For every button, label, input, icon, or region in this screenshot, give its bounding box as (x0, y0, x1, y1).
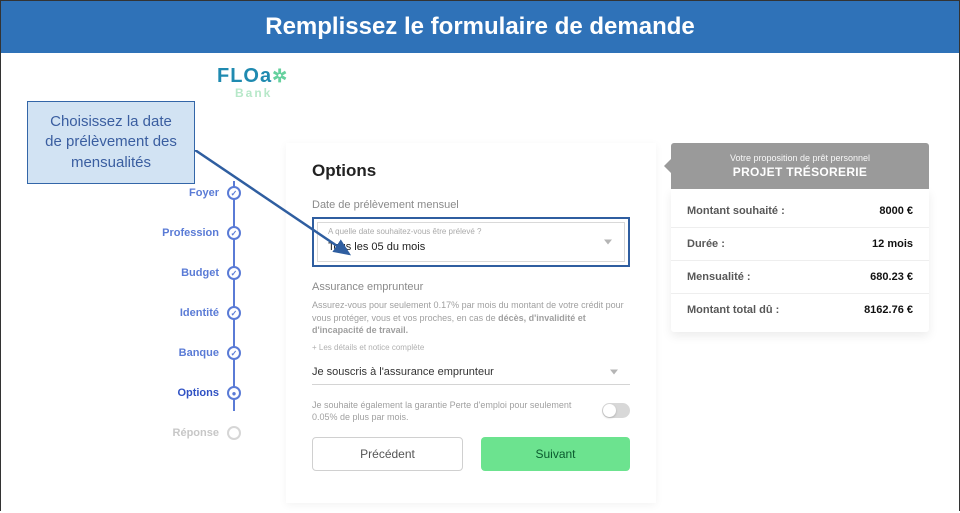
insurance-section-label: Assurance emprunteur (312, 281, 630, 293)
summary-key: Durée : (687, 238, 725, 250)
step-navigation: Foyer ✓ Profession ✓ Budget ✓ Identité ✓… (151, 173, 241, 453)
date-select-highlight: A quelle date souhaitez-vous être prélev… (312, 217, 630, 267)
step-check-icon: ✓ (227, 346, 241, 360)
step-label: Foyer (189, 187, 219, 199)
insurance-select[interactable]: Je souscris à l'assurance emprunteur (312, 360, 630, 385)
chevron-down-icon (610, 369, 618, 374)
summary-row-duration: Durée : 12 mois (671, 227, 929, 260)
jobloss-toggle-row: Je souhaite également la garantie Perte … (312, 399, 630, 423)
brand-logo: FLOa✲ Bank (217, 65, 288, 100)
step-label: Budget (181, 267, 219, 279)
step-reponse: Réponse (151, 413, 241, 453)
instruction-callout: Choisissez la date de prélèvement des me… (27, 101, 195, 184)
step-label: Réponse (173, 427, 219, 439)
summary-value: 680.23 € (870, 271, 913, 283)
logo-subtext: Bank (235, 86, 288, 100)
logo-text: FLOa (217, 65, 272, 87)
step-pending-icon (227, 426, 241, 440)
step-banque[interactable]: Banque ✓ (151, 333, 241, 373)
summary-header: Votre proposition de prêt personnel PROJ… (671, 143, 929, 189)
app-window: Remplissez le formulaire de demande FLOa… (0, 0, 960, 511)
logo-accent-icon: ✲ (272, 66, 288, 86)
content-area: FLOa✲ Bank Choisissez la date de prélève… (1, 53, 959, 513)
summary-key: Montant total dû : (687, 304, 779, 316)
jobloss-text: Je souhaite également la garantie Perte … (312, 399, 592, 423)
callout-text: Choisissez la date de prélèvement des me… (45, 113, 177, 171)
date-select-mini-label: A quelle date souhaitez-vous être prélev… (328, 227, 614, 236)
step-check-icon: ✓ (227, 226, 241, 240)
summary-subtitle: Votre proposition de prêt personnel (685, 153, 915, 163)
summary-value: 12 mois (872, 238, 913, 250)
step-label: Options (177, 387, 219, 399)
insurance-info-text: Assurez-vous pour seulement 0.17% par mo… (312, 299, 630, 337)
step-label: Identité (180, 307, 219, 319)
summary-body: Montant souhaité : 8000 € Durée : 12 moi… (671, 189, 929, 332)
summary-value: 8162.76 € (864, 304, 913, 316)
previous-button[interactable]: Précédent (312, 437, 463, 471)
next-button[interactable]: Suivant (481, 437, 630, 471)
step-identite[interactable]: Identité ✓ (151, 293, 241, 333)
step-profession[interactable]: Profession ✓ (151, 213, 241, 253)
step-budget[interactable]: Budget ✓ (151, 253, 241, 293)
options-form-card: Options Date de prélèvement mensuel A qu… (286, 143, 656, 503)
loan-summary-panel: Votre proposition de prêt personnel PROJ… (671, 143, 929, 332)
date-select[interactable]: A quelle date souhaitez-vous être prélev… (317, 222, 625, 262)
step-current-icon: ● (227, 386, 241, 400)
summary-key: Mensualité : (687, 271, 751, 283)
insurance-details-link[interactable]: + Les détails et notice complète (312, 343, 630, 352)
page-title: Remplissez le formulaire de demande (265, 13, 694, 40)
insурance-select-value: Je souscris à l'assurance emprunteur (312, 366, 494, 378)
step-label: Profession (162, 227, 219, 239)
jobloss-toggle[interactable] (602, 403, 630, 418)
summary-row-monthly: Mensualité : 680.23 € (671, 260, 929, 293)
step-check-icon: ✓ (227, 306, 241, 320)
page-header: Remplissez le formulaire de demande (1, 1, 959, 53)
chevron-down-icon (604, 240, 612, 245)
button-row: Précédent Suivant (312, 437, 630, 471)
step-check-icon: ✓ (227, 266, 241, 280)
summary-row-amount: Montant souhaité : 8000 € (671, 195, 929, 227)
step-label: Banque (179, 347, 219, 359)
date-section-label: Date de prélèvement mensuel (312, 199, 630, 211)
card-title: Options (312, 161, 630, 181)
summary-value: 8000 € (879, 205, 913, 217)
step-options[interactable]: Options ● (151, 373, 241, 413)
summary-title: PROJET TRÉSORERIE (685, 165, 915, 179)
summary-row-total: Montant total dû : 8162.76 € (671, 293, 929, 326)
summary-key: Montant souhaité : (687, 205, 785, 217)
step-check-icon: ✓ (227, 186, 241, 200)
date-select-value: Tous les 05 du mois (328, 241, 425, 253)
